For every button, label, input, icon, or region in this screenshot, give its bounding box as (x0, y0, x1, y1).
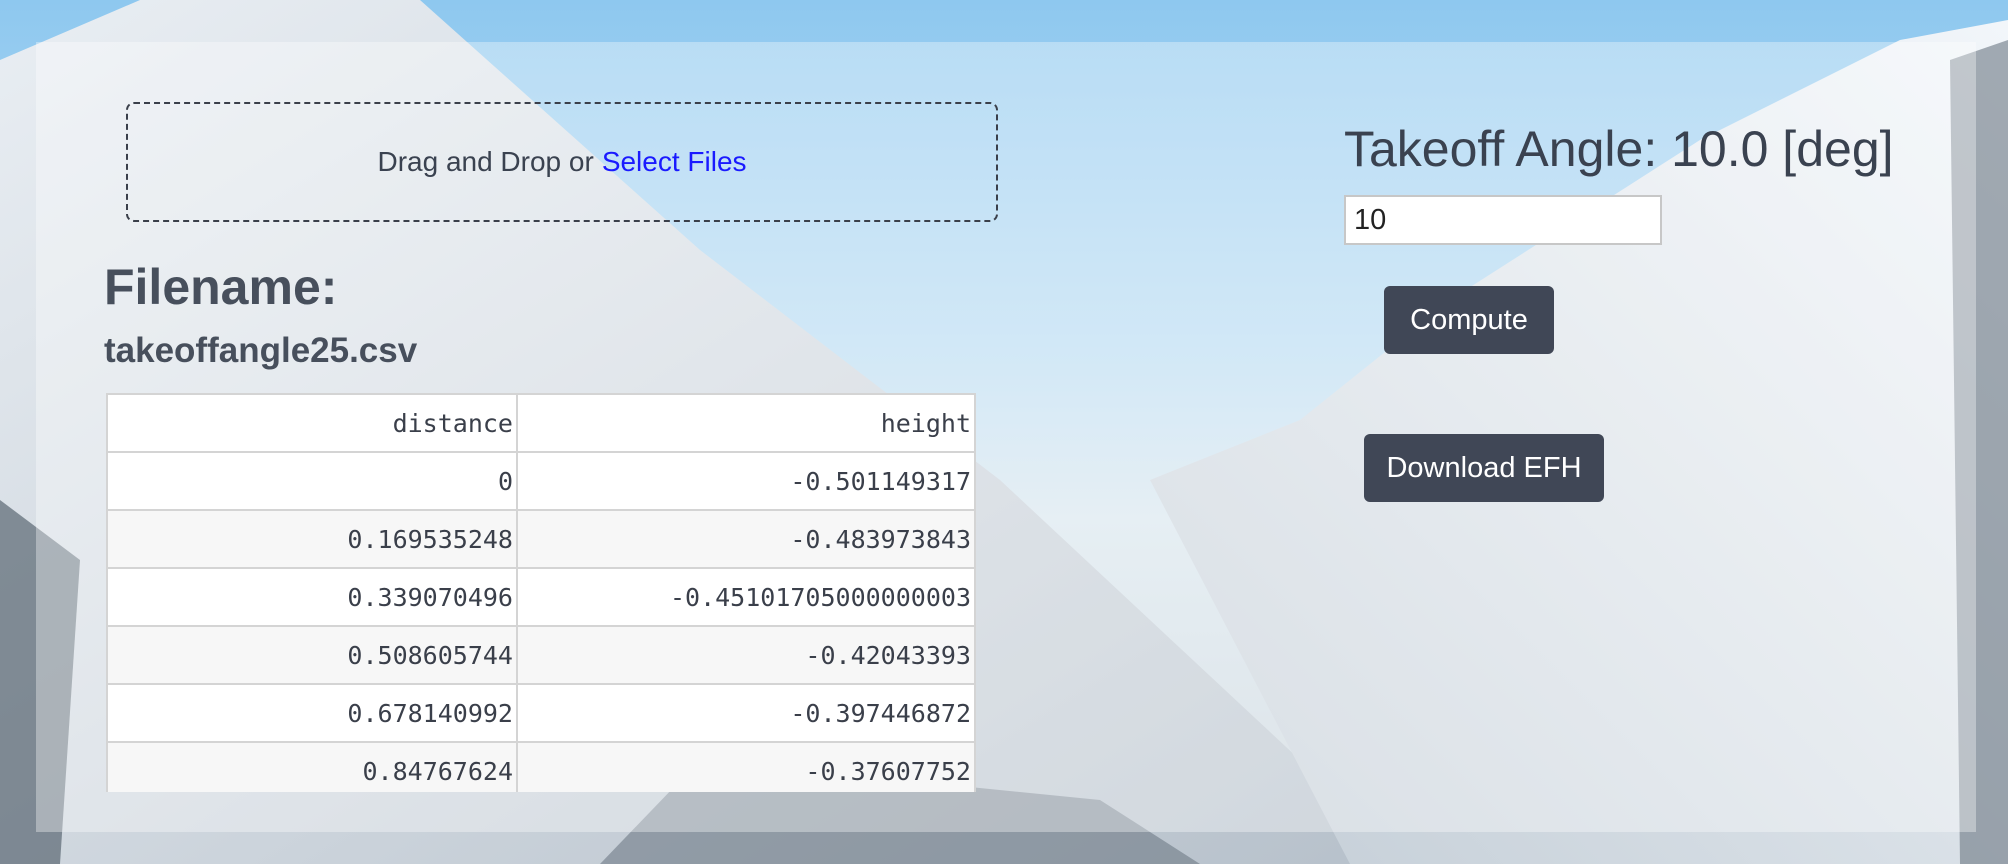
table-row: 0.678140992 -0.397446872 (106, 683, 976, 743)
filename-value: takeoffangle25.csv (104, 331, 418, 370)
table-row: 0.169535248 -0.483973843 (106, 509, 976, 569)
download-efh-button[interactable]: Download EFH (1364, 434, 1604, 502)
table-cell: -0.483973843 (516, 509, 976, 569)
table-row: 0.84767624 -0.37607752 (106, 741, 976, 792)
table-row: 0 -0.501149317 (106, 451, 976, 511)
takeoff-angle-input[interactable] (1344, 195, 1662, 245)
table-header-row: distance height (106, 393, 976, 453)
table-cell: -0.37607752 (516, 741, 976, 792)
table-cell: 0.508605744 (106, 625, 518, 685)
dropzone-prompt: Drag and Drop or (377, 146, 594, 177)
table-cell: -0.42043393 (516, 625, 976, 685)
table-cell: 0.84767624 (106, 741, 518, 792)
table-cell: 0.169535248 (106, 509, 518, 569)
table-row: 0.508605744 -0.42043393 (106, 625, 976, 685)
file-dropzone[interactable]: Drag and Drop or Select Files (126, 102, 998, 222)
table-cell: 0.339070496 (106, 567, 518, 627)
filename-heading: Filename: (104, 259, 338, 315)
data-table-container[interactable]: distance height 0 -0.501149317 0.1695352… (106, 393, 976, 792)
column-header-distance[interactable]: distance (106, 393, 518, 453)
table-cell: -0.501149317 (516, 451, 976, 511)
table-cell: -0.397446872 (516, 683, 976, 743)
table-cell: -0.45101705000000003 (516, 567, 976, 627)
column-header-height[interactable]: height (516, 393, 976, 453)
table-cell: 0 (106, 451, 518, 511)
table-row: 0.339070496 -0.45101705000000003 (106, 567, 976, 627)
takeoff-angle-heading: Takeoff Angle: 10.0 [deg] (1344, 121, 1894, 177)
compute-button[interactable]: Compute (1384, 286, 1554, 354)
select-files-link[interactable]: Select Files (602, 146, 747, 178)
data-table: distance height 0 -0.501149317 0.1695352… (106, 393, 976, 792)
table-cell: 0.678140992 (106, 683, 518, 743)
